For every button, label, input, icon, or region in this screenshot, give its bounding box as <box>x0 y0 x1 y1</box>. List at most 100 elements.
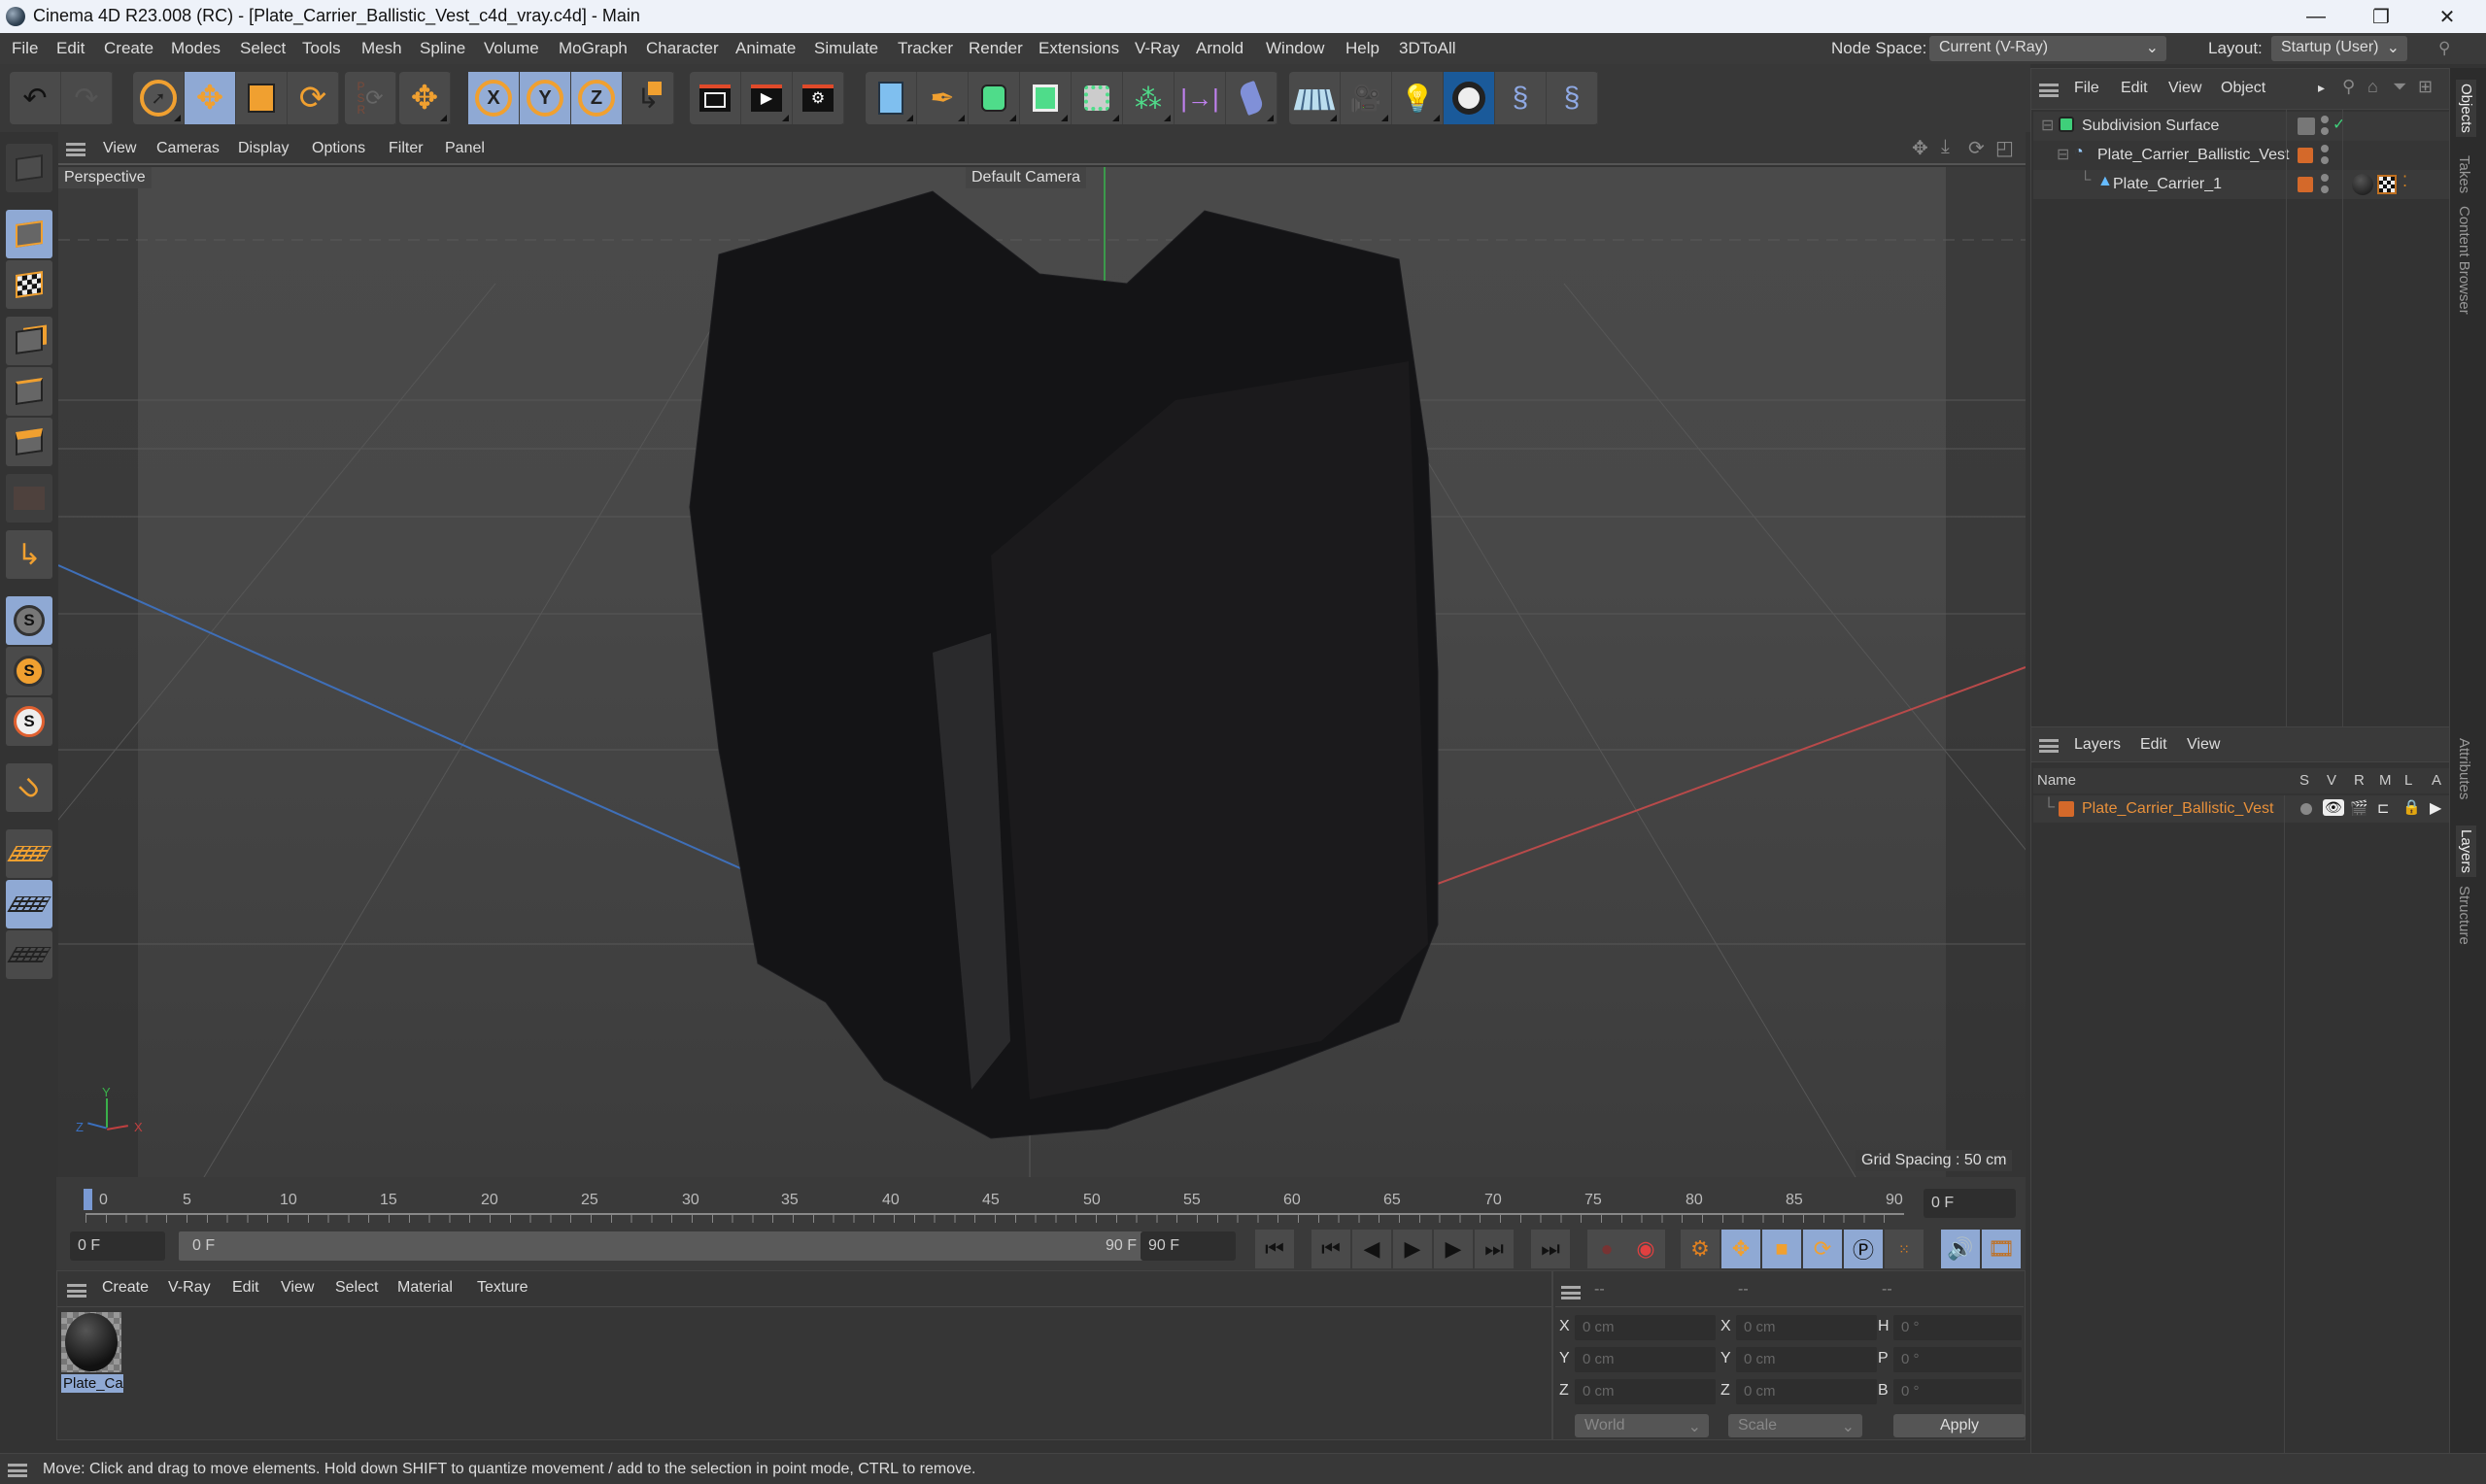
layer-color-swatch[interactable] <box>2059 801 2074 817</box>
object-menu-view[interactable]: View <box>2168 80 2201 97</box>
animation-play-icon[interactable]: ▶ <box>2430 798 2441 818</box>
filter-icon[interactable]: ⏷ <box>2393 77 2406 97</box>
rot-p-field[interactable]: 0 ° <box>1893 1347 2022 1372</box>
tab-structure[interactable]: Structure <box>2456 886 2472 945</box>
material-menu-vray[interactable]: V-Ray <box>168 1279 211 1297</box>
viewport-3d[interactable]: Perspective Default Camera Grid Spacing … <box>58 167 2026 1177</box>
layer-name[interactable]: Plate_Carrier_Ballistic_Vest <box>2082 800 2273 818</box>
uvw-tag-icon[interactable] <box>2377 175 2397 194</box>
object-menu-file[interactable]: File <box>2074 80 2099 97</box>
key-rotation-icon[interactable]: ⟳ <box>1803 1230 1842 1268</box>
pan-view-icon[interactable]: ✥ <box>1912 136 1928 160</box>
y-axis-lock-icon[interactable]: Y <box>520 72 571 124</box>
menu-file[interactable]: File <box>12 39 38 58</box>
menu-modes[interactable]: Modes <box>171 39 221 58</box>
hamburger-menu-icon[interactable] <box>1561 1286 1581 1299</box>
keyframe-selection-icon[interactable]: ⚙ <box>1681 1230 1720 1268</box>
solo-icon[interactable]: S <box>6 596 52 645</box>
menu-tools[interactable]: Tools <box>302 39 341 58</box>
sound-icon[interactable]: 🔊 <box>1941 1230 1980 1268</box>
uv-mode-icon[interactable] <box>6 474 52 523</box>
object-name[interactable]: Plate_Carrier_1 <box>2113 176 2222 193</box>
enabled-check-icon[interactable]: ✓ <box>2333 115 2345 134</box>
menu-mograph[interactable]: MoGraph <box>559 39 628 58</box>
camera-label[interactable]: Default Camera <box>966 167 1087 188</box>
bend-deformer-icon[interactable] <box>1226 72 1277 124</box>
object-menu-object[interactable]: Object <box>2221 80 2265 97</box>
layer-color-swatch[interactable] <box>2298 148 2313 163</box>
tab-layers[interactable]: Layers <box>2456 826 2476 878</box>
visibility-dots-icon[interactable] <box>2321 114 2329 137</box>
pen-spline-icon[interactable]: ✒ <box>917 72 969 124</box>
cloner-icon[interactable]: ⁂ <box>1123 72 1175 124</box>
layer-menu-view[interactable]: View <box>2187 736 2220 754</box>
material-item[interactable]: Plate_Ca <box>61 1312 123 1400</box>
key-position-icon[interactable]: ✥ <box>1721 1230 1760 1268</box>
snap-icon[interactable]: ∪ <box>6 763 52 812</box>
object-row-subdivision-surface[interactable]: ⊟ Subdivision Surface ✓ <box>2033 112 2449 141</box>
timeline-film-icon[interactable]: 🎞 <box>1982 1230 2021 1268</box>
redo-icon[interactable]: ↷ <box>61 72 113 124</box>
previous-frame-icon[interactable]: ◀ <box>1352 1230 1391 1268</box>
size-x-field[interactable]: 0 cm <box>1736 1315 1877 1340</box>
menu-animate[interactable]: Animate <box>735 39 796 58</box>
layer-menu-edit[interactable]: Edit <box>2140 736 2167 754</box>
coordinate-mode-dropdown[interactable]: Scale ⌄ <box>1728 1414 1862 1437</box>
hamburger-menu-icon[interactable] <box>67 1284 86 1298</box>
rotate-view-icon[interactable]: ⟳ <box>1968 136 1985 160</box>
menu-volume[interactable]: Volume <box>484 39 539 58</box>
search-icon[interactable]: ⚲ <box>2438 39 2450 58</box>
menu-render[interactable]: Render <box>969 39 1023 58</box>
autokey-icon[interactable]: ◉ <box>1626 1230 1665 1268</box>
z-axis-lock-icon[interactable]: Z <box>571 72 623 124</box>
workplane-icon[interactable] <box>6 829 52 878</box>
menu-spline[interactable]: Spline <box>420 39 465 58</box>
floor-icon[interactable] <box>1289 72 1341 124</box>
material-tag-icon[interactable] <box>2352 174 2373 195</box>
tab-content-browser[interactable]: Content Browser <box>2456 206 2472 315</box>
material-menu-select[interactable]: Select <box>335 1279 378 1297</box>
vray-tag-icon[interactable]: ⁚ <box>2402 172 2407 191</box>
render-clapper-icon[interactable]: 🎬 <box>2350 799 2368 817</box>
material-menu-material[interactable]: Material <box>397 1279 453 1297</box>
play-icon[interactable]: ▶ <box>1393 1230 1432 1268</box>
object-name[interactable]: Plate_Carrier_Ballistic_Vest <box>2097 147 2289 164</box>
hamburger-menu-icon[interactable] <box>66 143 85 156</box>
hamburger-menu-icon[interactable] <box>2039 84 2059 97</box>
pos-x-field[interactable]: 0 cm <box>1575 1315 1716 1340</box>
tree-collapse-icon[interactable]: ⊟ <box>2057 145 2069 164</box>
solo-hierarchy-icon[interactable]: S <box>6 647 52 695</box>
python-icon[interactable]: § <box>1495 72 1547 124</box>
menu-select[interactable]: Select <box>240 39 286 58</box>
start-frame-field[interactable]: 0 F <box>70 1231 165 1261</box>
psr-icon[interactable]: P S R ⟳ <box>345 72 396 124</box>
menu-simulate[interactable]: Simulate <box>814 39 878 58</box>
size-z-field[interactable]: 0 cm <box>1736 1379 1877 1404</box>
light-icon[interactable]: 💡 <box>1392 72 1444 124</box>
visibility-dots-icon[interactable] <box>2321 143 2329 166</box>
object-menu-edit[interactable]: Edit <box>2121 80 2148 97</box>
record-active-objects-icon[interactable]: ● <box>1587 1230 1626 1268</box>
key-point-level-icon[interactable]: ⁙ <box>1885 1230 1924 1268</box>
layout-dropdown[interactable]: Startup (User) ⌄ <box>2271 36 2407 61</box>
coordinate-system-icon[interactable]: ↳ <box>623 72 674 124</box>
key-scale-icon[interactable]: ■ <box>1762 1230 1801 1268</box>
pos-y-field[interactable]: 0 cm <box>1575 1347 1716 1372</box>
edge-mode-icon[interactable] <box>6 367 52 416</box>
restore-button[interactable]: ❐ <box>2351 0 2411 33</box>
array-icon[interactable] <box>1072 72 1123 124</box>
visibility-eye-icon[interactable]: 👁 <box>2323 799 2344 816</box>
model-mode-icon[interactable] <box>6 210 52 258</box>
layer-row[interactable]: └ Plate_Carrier_Ballistic_Vest 👁 🎬 ⊏ 🔒 ▶ <box>2033 795 2449 823</box>
render-picture-viewer-icon[interactable]: ▶ <box>741 72 793 124</box>
undo-icon[interactable]: ↶ <box>10 72 61 124</box>
go-to-start-icon[interactable]: ⏮ <box>1255 1230 1294 1268</box>
go-to-end-icon[interactable]: ⏭ <box>1531 1230 1570 1268</box>
solo-selection-icon[interactable]: S <box>6 697 52 746</box>
align-workplane-icon[interactable] <box>6 930 52 979</box>
make-editable-icon[interactable] <box>6 144 52 192</box>
menu-create[interactable]: Create <box>104 39 153 58</box>
viewport-menu-panel[interactable]: Panel <box>445 140 485 157</box>
material-menu-create[interactable]: Create <box>102 1279 149 1297</box>
object-row-plate-carrier-ballistic-vest[interactable]: ⊟ ◔ Plate_Carrier_Ballistic_Vest <box>2033 141 2449 170</box>
